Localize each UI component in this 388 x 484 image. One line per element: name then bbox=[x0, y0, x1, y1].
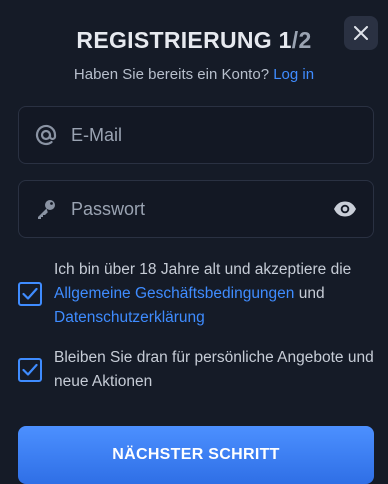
terms-checkbox[interactable] bbox=[18, 282, 42, 306]
email-input[interactable] bbox=[71, 124, 373, 146]
terms-link[interactable]: Allgemeine Geschäftsbedingungen bbox=[54, 285, 294, 302]
privacy-link[interactable]: Datenschutzerklärung bbox=[54, 309, 205, 326]
login-prompt: Haben Sie bereits ein Konto? Log in bbox=[0, 66, 388, 83]
terms-text-before: Ich bin über 18 Jahre alt und akzeptiere… bbox=[54, 261, 352, 278]
eye-icon bbox=[334, 201, 356, 217]
check-icon bbox=[22, 363, 38, 376]
page-title: REGISTRIERUNG 1/2 bbox=[0, 27, 388, 54]
promo-consent: Bleiben Sie dran für persönliche Angebot… bbox=[18, 346, 374, 394]
login-prompt-text: Haben Sie bereits ein Konto? bbox=[73, 66, 270, 83]
check-icon bbox=[22, 287, 38, 300]
password-input[interactable] bbox=[71, 198, 333, 220]
at-icon bbox=[35, 124, 57, 146]
promo-checkbox[interactable] bbox=[18, 358, 42, 382]
title-main: REGISTRIERUNG 1 bbox=[76, 27, 292, 53]
email-field[interactable] bbox=[18, 106, 374, 164]
password-field[interactable] bbox=[18, 180, 374, 238]
promo-text: Bleiben Sie dran für persönliche Angebot… bbox=[54, 349, 374, 390]
show-password-toggle[interactable] bbox=[333, 197, 357, 221]
next-step-button[interactable]: NÄCHSTER SCHRITT bbox=[18, 426, 374, 484]
title-step-total: /2 bbox=[291, 27, 312, 53]
terms-consent: Ich bin über 18 Jahre alt und akzeptiere… bbox=[18, 258, 374, 330]
terms-text-middle: und bbox=[298, 285, 325, 302]
key-icon bbox=[35, 198, 57, 220]
terms-text: Ich bin über 18 Jahre alt und akzeptiere… bbox=[54, 258, 374, 330]
login-link[interactable]: Log in bbox=[273, 66, 314, 83]
